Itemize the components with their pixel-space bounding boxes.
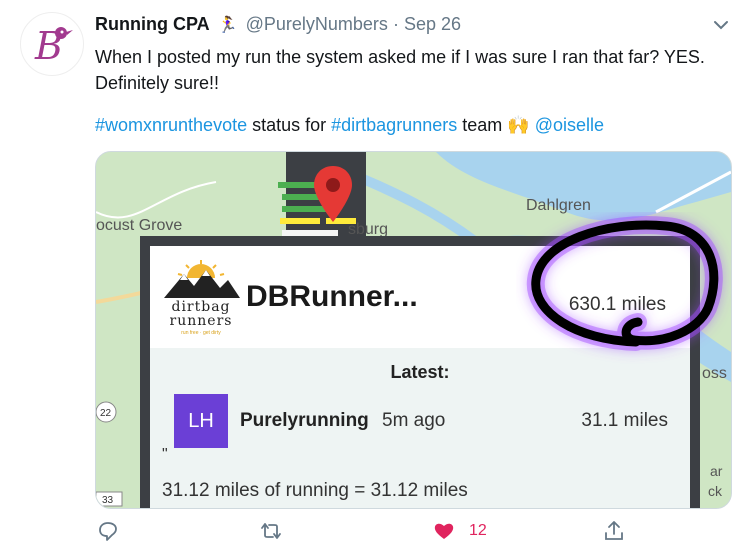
chevron-down-icon[interactable]: [710, 14, 732, 36]
tweet-actions: 12: [95, 520, 735, 550]
display-name[interactable]: Running CPA: [95, 14, 210, 34]
heart-icon: [434, 523, 454, 539]
run-miles: 31.1 miles: [581, 410, 668, 431]
dirtbag-runners-logo: dirtbag runners run free · get dirty: [160, 260, 242, 340]
separator-dot: ·: [392, 14, 399, 34]
logo-line-2: runners: [169, 313, 233, 329]
like-count: 12: [469, 522, 487, 539]
route-33-label: 33: [102, 495, 114, 506]
tweet-tags-line: #womxnrunthevote status for #dirtbagrunn…: [95, 115, 604, 136]
map-label-ck: ck: [708, 483, 723, 499]
quote-mark: ": [162, 446, 168, 463]
bird-avatar-icon: B: [22, 14, 82, 74]
share-button[interactable]: [603, 520, 625, 542]
hashtag-dirtbagrunners[interactable]: #dirtbagrunners: [331, 115, 457, 135]
avatar[interactable]: B: [20, 12, 84, 76]
hashtag-womxnrunthevote[interactable]: #womxnrunthevote: [95, 115, 247, 135]
logo-tagline: run free · get dirty: [181, 330, 221, 336]
text-fragment: status for: [247, 115, 332, 135]
retweet-icon: [261, 523, 281, 539]
map-label-ar: ar: [710, 463, 723, 479]
runner-initials-badge: LH: [174, 394, 228, 448]
tweet-media-image[interactable]: 22 33 ocust Grove sburg Dahlgren oss ar …: [95, 151, 732, 509]
mention-oiselle[interactable]: @oiselle: [535, 115, 604, 135]
tweet-text-line: When I posted my run the system asked me…: [95, 47, 705, 93]
tweet-header: Running CPA 🏃‍♀️ @PurelyNumbers · Sep 26: [95, 14, 461, 35]
logo-line-1: dirtbag: [171, 299, 231, 315]
tweet-text: When I posted my run the system asked me…: [95, 44, 735, 96]
reply-button[interactable]: [97, 520, 119, 542]
text-fragment: team: [457, 115, 508, 135]
map-pin-icon: [314, 166, 352, 222]
raised-hands-icon: 🙌: [507, 115, 530, 135]
share-icon: [605, 521, 623, 540]
time-ago: 5m ago: [382, 410, 446, 431]
like-button[interactable]: 12: [433, 520, 487, 542]
mountain-sun-icon: [164, 260, 240, 298]
annotation-circle: [526, 216, 723, 351]
runner-emoji-icon: 🏃‍♀️: [217, 17, 238, 34]
logo-wordmark: dirtbag runners: [160, 300, 242, 328]
tweet-date[interactable]: Sep 26: [404, 14, 461, 34]
runner-name: Purelyrunning: [240, 410, 369, 431]
retweet-button[interactable]: [260, 520, 282, 542]
card-title: DBRunner...: [246, 280, 418, 313]
run-description: 31.12 miles of running = 31.12 miles: [162, 480, 468, 501]
route-22-label: 22: [100, 408, 112, 419]
user-handle[interactable]: @PurelyNumbers: [246, 14, 388, 34]
reply-icon: [99, 522, 117, 541]
map-label-locust-grove: ocust Grove: [96, 217, 182, 234]
